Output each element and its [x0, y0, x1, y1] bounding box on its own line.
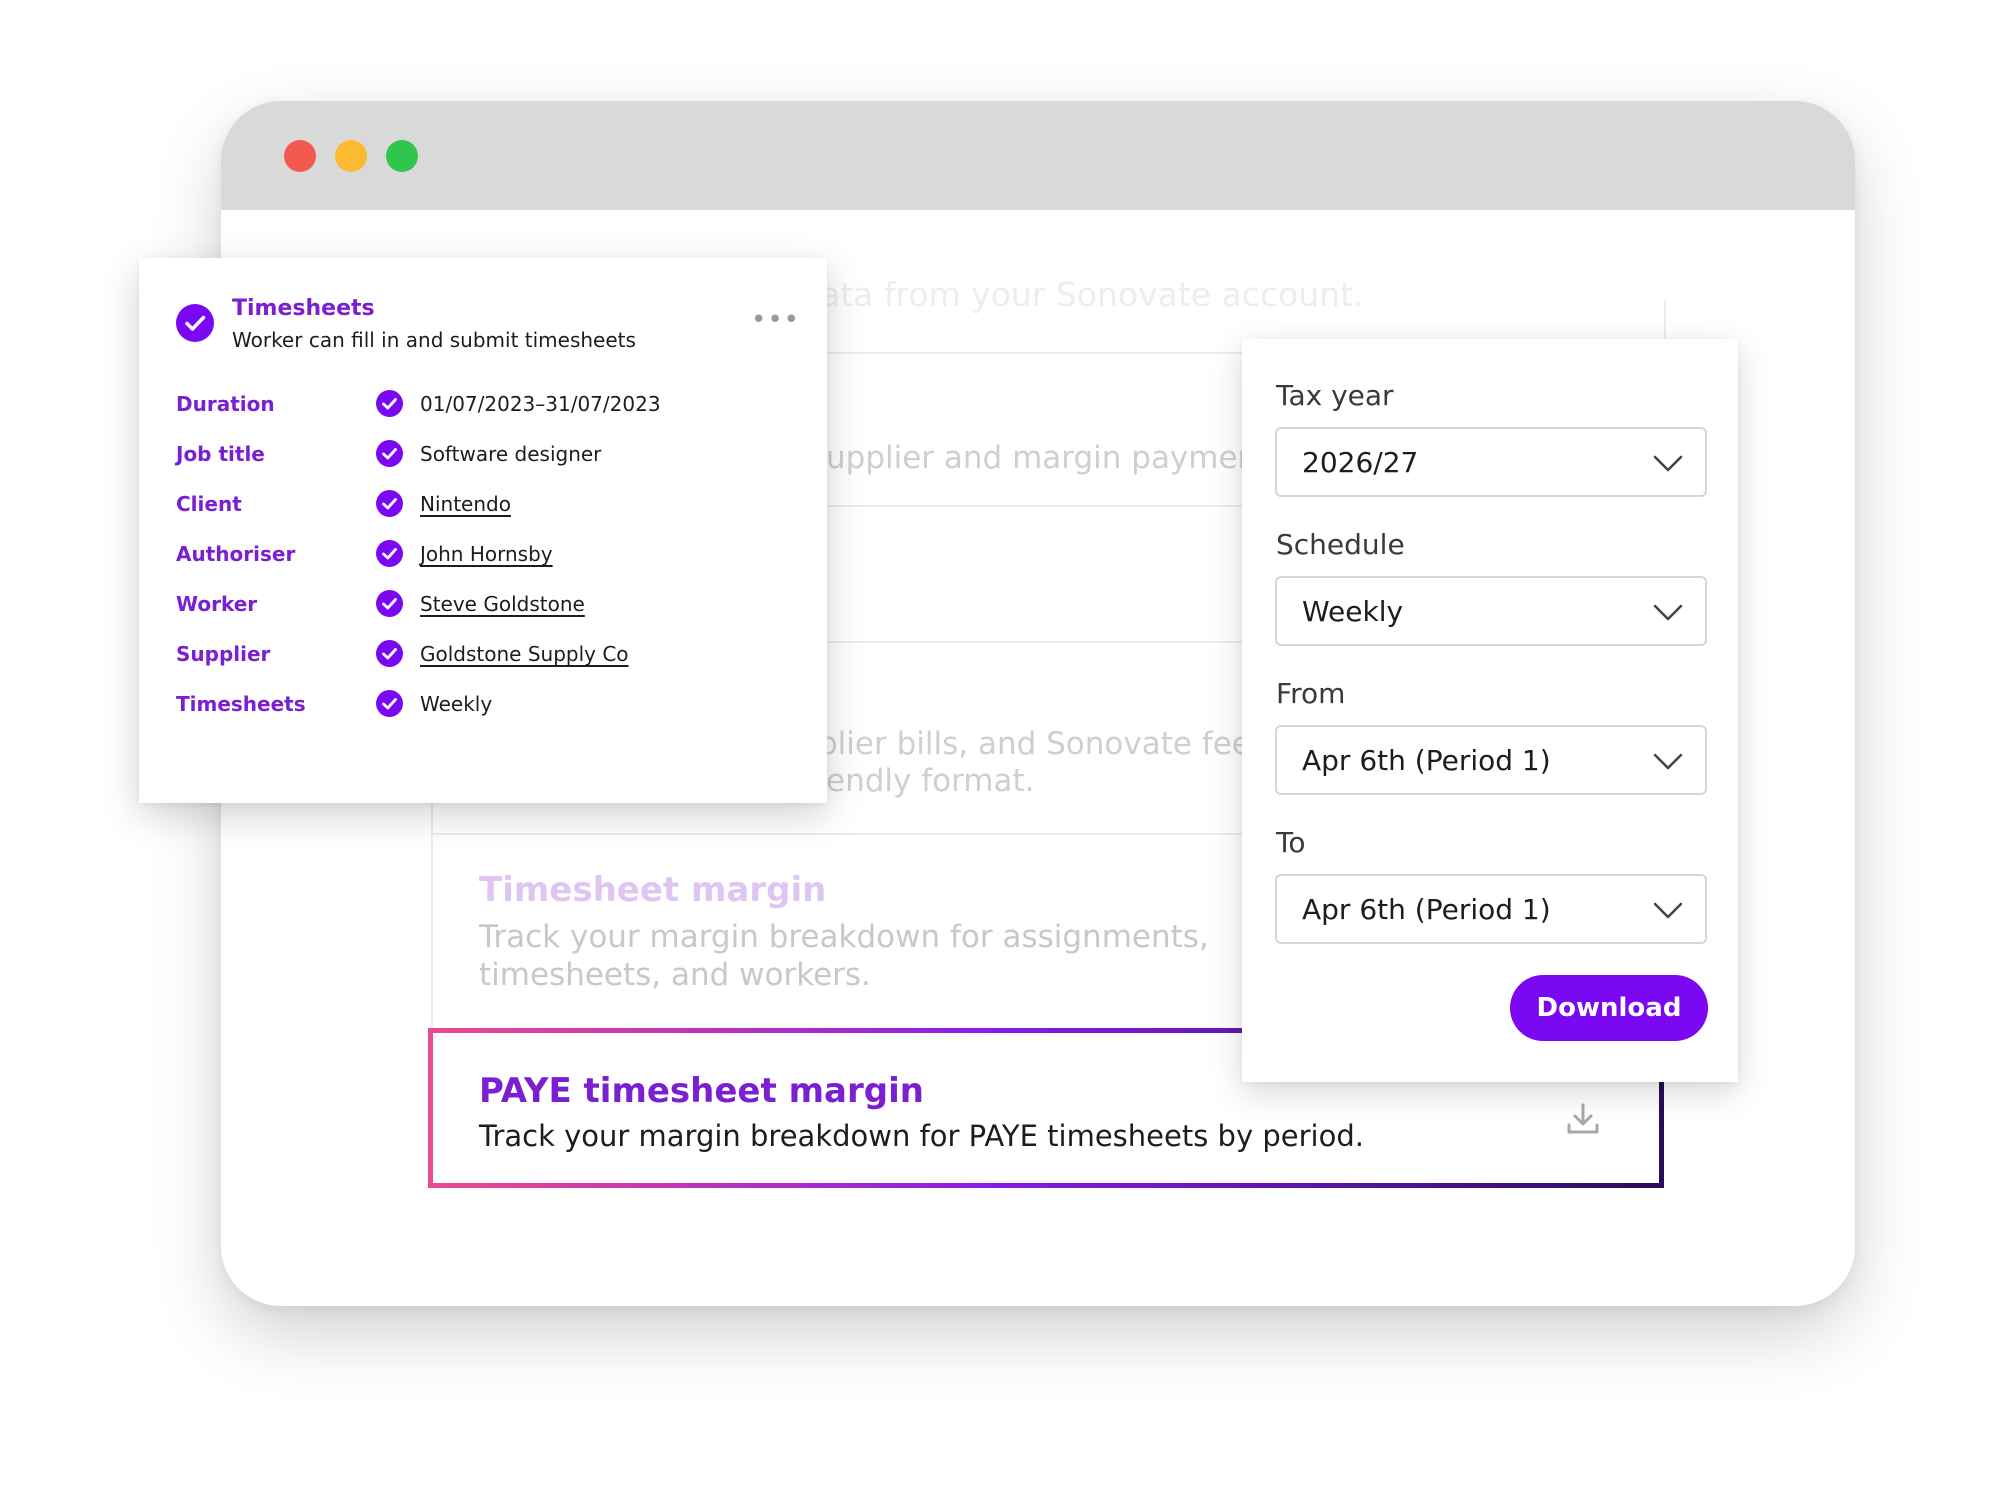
- detail-row-job-title: Job title Software designer: [176, 440, 796, 470]
- from-select[interactable]: Apr 6th (Period 1): [1275, 725, 1707, 795]
- divider: [431, 833, 1243, 835]
- check-circle-icon: [376, 490, 403, 517]
- authoriser-link[interactable]: John Hornsby: [420, 542, 553, 566]
- divider: [431, 803, 433, 1027]
- detail-row-worker: Worker Steve Goldstone: [176, 590, 796, 620]
- faded-page-text: ata from your Sonovate account.: [820, 275, 1364, 314]
- client-link[interactable]: Nintendo: [420, 492, 511, 516]
- check-circle-icon: [376, 640, 403, 667]
- detail-value: Weekly: [420, 692, 493, 716]
- detail-row-supplier: Supplier Goldstone Supply Co: [176, 640, 796, 670]
- detail-row-client: Client Nintendo: [176, 490, 796, 520]
- to-value: Apr 6th (Period 1): [1302, 893, 1551, 926]
- window-titlebar: [221, 101, 1855, 210]
- tax-year-select[interactable]: 2026/27: [1275, 427, 1707, 497]
- divider: [1664, 300, 1666, 340]
- worker-link[interactable]: Steve Goldstone: [420, 592, 585, 616]
- timesheet-margin-title: Timesheet margin: [479, 870, 827, 910]
- download-button[interactable]: Download: [1510, 975, 1708, 1041]
- check-circle-icon: [176, 304, 214, 342]
- close-window-icon[interactable]: [284, 140, 316, 172]
- schedule-select[interactable]: Weekly: [1275, 576, 1707, 646]
- to-label: To: [1276, 826, 1306, 859]
- faded-report-desc: upplier and margin payment: [826, 440, 1270, 476]
- minimize-window-icon[interactable]: [335, 140, 367, 172]
- detail-label: Authoriser: [176, 542, 296, 566]
- faded-report-desc: plier bills, and Sonovate fee b: [818, 726, 1281, 762]
- check-circle-icon: [376, 590, 403, 617]
- detail-value: Software designer: [420, 442, 602, 466]
- maximize-window-icon[interactable]: [386, 140, 418, 172]
- detail-row-duration: Duration 01/07/2023–31/07/2023: [176, 390, 796, 420]
- schedule-value: Weekly: [1302, 595, 1404, 628]
- paye-card-title: PAYE timesheet margin: [479, 1071, 924, 1111]
- supplier-link[interactable]: Goldstone Supply Co: [420, 642, 629, 666]
- chevron-down-icon: [1653, 455, 1683, 472]
- paye-card-desc: Track your margin breakdown for PAYE tim…: [479, 1119, 1364, 1153]
- to-select[interactable]: Apr 6th (Period 1): [1275, 874, 1707, 944]
- download-icon[interactable]: [1563, 1099, 1603, 1139]
- detail-label: Client: [176, 492, 242, 516]
- faded-report-desc: endly format.: [826, 763, 1035, 799]
- tax-year-value: 2026/27: [1302, 446, 1419, 479]
- timesheets-card: Timesheets Worker can fill in and submit…: [139, 258, 827, 803]
- detail-row-authoriser: Authoriser John Hornsby: [176, 540, 796, 570]
- timesheets-subtitle: Worker can fill in and submit timesheets: [232, 328, 636, 352]
- check-circle-icon: [376, 540, 403, 567]
- check-circle-icon: [376, 390, 403, 417]
- detail-row-timesheets: Timesheets Weekly: [176, 690, 796, 720]
- chevron-down-icon: [1653, 753, 1683, 770]
- more-options-icon[interactable]: •••: [751, 307, 800, 333]
- tax-year-label: Tax year: [1276, 379, 1394, 412]
- detail-label: Timesheets: [176, 692, 306, 716]
- chevron-down-icon: [1653, 604, 1683, 621]
- check-circle-icon: [376, 690, 403, 717]
- detail-label: Worker: [176, 592, 258, 616]
- detail-label: Duration: [176, 392, 275, 416]
- schedule-label: Schedule: [1276, 528, 1405, 561]
- detail-value: 01/07/2023–31/07/2023: [420, 392, 661, 416]
- detail-label: Job title: [176, 442, 265, 466]
- divider: [826, 505, 1246, 507]
- check-circle-icon: [376, 440, 403, 467]
- from-value: Apr 6th (Period 1): [1302, 744, 1551, 777]
- download-form-panel: Tax year 2026/27 Schedule Weekly From Ap…: [1242, 339, 1738, 1082]
- divider: [826, 641, 1246, 643]
- chevron-down-icon: [1653, 902, 1683, 919]
- timesheets-title: Timesheets: [232, 296, 375, 321]
- detail-label: Supplier: [176, 642, 271, 666]
- from-label: From: [1276, 677, 1346, 710]
- timesheet-margin-desc: Track your margin breakdown for assignme…: [479, 919, 1209, 993]
